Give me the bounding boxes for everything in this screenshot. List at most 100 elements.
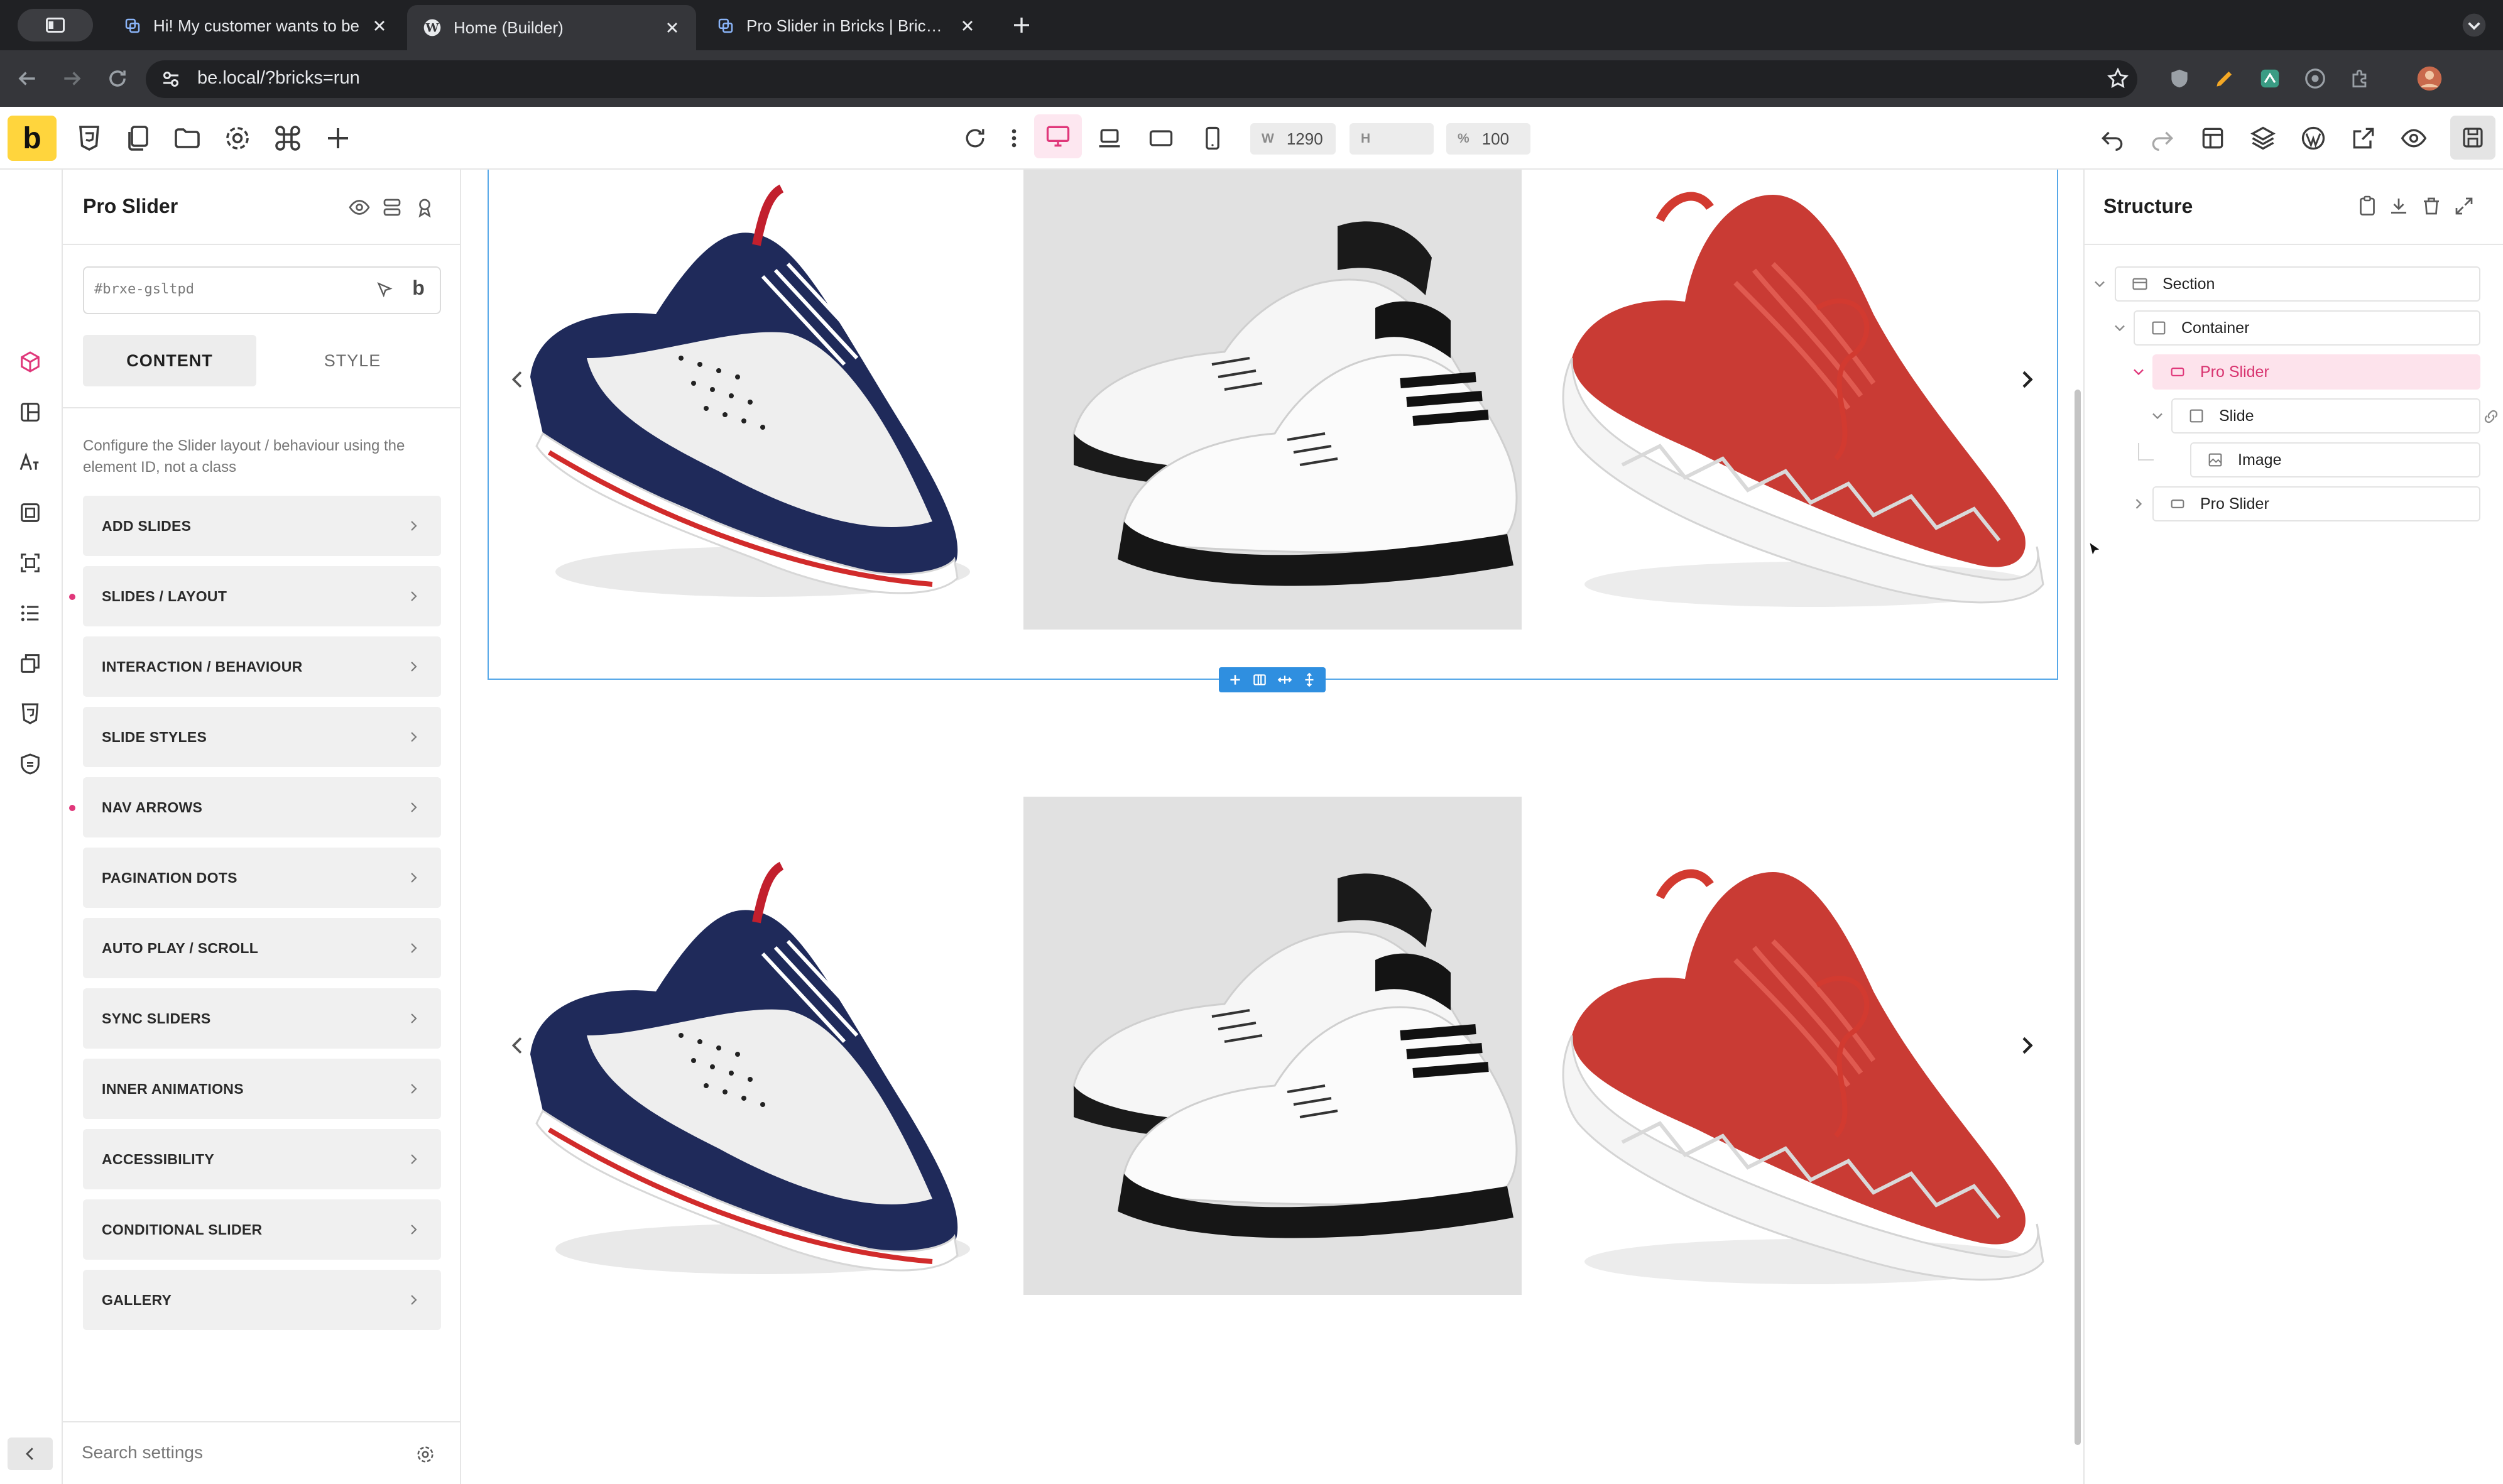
- database-icon[interactable]: [381, 196, 403, 219]
- tab-content[interactable]: CONTENT: [83, 335, 256, 386]
- background-icon[interactable]: [18, 500, 43, 525]
- section-accessibility[interactable]: ACCESSIBILITY: [83, 1129, 441, 1189]
- download-icon[interactable]: [2387, 195, 2410, 217]
- slider-next-arrow-icon[interactable]: [2014, 367, 2039, 392]
- structure-node-image[interactable]: Image: [2190, 442, 2480, 477]
- section-slide-styles[interactable]: SLIDE STYLES: [83, 707, 441, 767]
- undo-icon[interactable]: [2098, 124, 2126, 152]
- slider-prev-arrow-icon[interactable]: [505, 367, 530, 392]
- shield-extension-icon[interactable]: [2168, 67, 2191, 90]
- forward-icon[interactable]: [60, 67, 84, 90]
- section-conditional-slider[interactable]: CONDITIONAL SLIDER: [83, 1199, 441, 1260]
- redo-icon[interactable]: [2149, 124, 2176, 152]
- settings-gear-icon[interactable]: [415, 1444, 436, 1465]
- tab-search-icon[interactable]: [2462, 13, 2487, 38]
- structure-panel-toggle[interactable]: [2450, 116, 2495, 160]
- chevron-right-icon[interactable]: [2130, 495, 2147, 513]
- canvas-width-field[interactable]: W 1290: [1250, 123, 1336, 155]
- structure-node-section[interactable]: Section: [2115, 266, 2480, 302]
- link-icon[interactable]: [2482, 407, 2500, 426]
- slide-image-navy-sneaker[interactable]: [493, 797, 989, 1274]
- section-slides-layout[interactable]: SLIDES / LAYOUT: [83, 566, 441, 626]
- badge-icon[interactable]: [413, 196, 436, 219]
- canvas-scrollbar[interactable]: [2075, 390, 2081, 1445]
- tab-switcher-button[interactable]: [18, 9, 93, 41]
- css-icon[interactable]: [18, 701, 43, 726]
- browser-tab-3[interactable]: Pro Slider in Bricks | BricksEx: [701, 6, 991, 45]
- pages-icon[interactable]: [123, 123, 153, 153]
- selector-cursor-icon[interactable]: [374, 280, 395, 300]
- visibility-eye-icon[interactable]: [348, 196, 371, 219]
- list-settings-icon[interactable]: [18, 601, 43, 626]
- close-icon[interactable]: [371, 17, 388, 35]
- collapse-panel-button[interactable]: [8, 1438, 53, 1470]
- bricks-class-icon[interactable]: b: [407, 276, 430, 302]
- back-icon[interactable]: [15, 67, 39, 90]
- attributes-icon[interactable]: [18, 751, 43, 777]
- more-options-icon[interactable]: [1000, 124, 1028, 152]
- columns-icon[interactable]: [1252, 672, 1268, 688]
- structure-node-pro-slider[interactable]: Pro Slider: [2152, 486, 2480, 521]
- bookmark-star-icon[interactable]: [2106, 67, 2130, 90]
- typography-icon[interactable]: [18, 450, 43, 475]
- templates-icon[interactable]: [2199, 124, 2227, 152]
- slide-image-red-sneaker[interactable]: [1547, 797, 2045, 1295]
- eye-extension-icon[interactable]: [2303, 67, 2327, 90]
- section-inner-animations[interactable]: INNER ANIMATIONS: [83, 1059, 441, 1119]
- laptop-icon[interactable]: [1096, 124, 1123, 152]
- trash-icon[interactable]: [2420, 195, 2443, 217]
- folder-icon[interactable]: [172, 123, 202, 153]
- move-vertical-icon[interactable]: [1301, 672, 1317, 688]
- puzzle-extensions-icon[interactable]: [2348, 67, 2372, 90]
- spacing-icon[interactable]: [18, 550, 43, 576]
- preview-eye-icon[interactable]: [2400, 124, 2428, 152]
- slide-image-navy-sneaker[interactable]: [493, 170, 989, 647]
- section-interaction-behaviour[interactable]: INTERACTION / BEHAVIOUR: [83, 636, 441, 697]
- section-gallery[interactable]: GALLERY: [83, 1270, 441, 1330]
- html5-icon[interactable]: [74, 123, 104, 153]
- chevron-down-icon[interactable]: [2091, 275, 2108, 293]
- tab-style[interactable]: STYLE: [264, 335, 441, 386]
- add-element-icon[interactable]: [323, 123, 353, 153]
- add-icon[interactable]: [1227, 672, 1243, 688]
- chevron-down-icon[interactable]: [2111, 319, 2129, 337]
- slider-next-arrow-icon[interactable]: [2014, 1033, 2039, 1058]
- new-tab-icon[interactable]: [1010, 14, 1033, 36]
- canvas-height-field[interactable]: H: [1350, 123, 1434, 155]
- clipboard-icon[interactable]: [2356, 195, 2379, 217]
- search-settings-input[interactable]: Search settings: [82, 1443, 203, 1463]
- command-icon[interactable]: [273, 123, 303, 153]
- url-field[interactable]: [146, 60, 2137, 98]
- move-horizontal-icon[interactable]: [1277, 672, 1293, 688]
- reload-icon[interactable]: [106, 67, 129, 90]
- gear-icon[interactable]: [222, 123, 253, 153]
- structure-node-slide[interactable]: Slide: [2171, 398, 2480, 434]
- browser-tab-1[interactable]: Hi! My customer wants to be: [108, 6, 403, 45]
- mobile-icon[interactable]: [1199, 124, 1226, 152]
- chevron-down-icon[interactable]: [2130, 363, 2147, 381]
- section-auto-play-scroll[interactable]: AUTO PLAY / SCROLL: [83, 918, 441, 978]
- canvas-zoom-field[interactable]: % 100: [1446, 123, 1530, 155]
- layers-icon[interactable]: [2249, 124, 2277, 152]
- close-icon[interactable]: [959, 17, 976, 35]
- element-cube-icon[interactable]: [18, 349, 43, 374]
- desktop-breakpoint-button[interactable]: [1034, 114, 1082, 158]
- refresh-icon[interactable]: [961, 124, 989, 152]
- pen-extension-icon[interactable]: [2213, 67, 2237, 90]
- section-nav-arrows[interactable]: NAV ARROWS: [83, 777, 441, 837]
- slide-image-white-black-sneakers[interactable]: [1023, 170, 1522, 630]
- expand-icon[interactable]: [2453, 195, 2475, 217]
- site-info-icon[interactable]: [160, 68, 182, 90]
- structure-node-pro-slider-active[interactable]: Pro Slider: [2152, 354, 2480, 390]
- close-icon[interactable]: [663, 19, 681, 36]
- wordpress-dashboard-icon[interactable]: [2299, 124, 2327, 152]
- slide-image-white-black-sneakers[interactable]: [1023, 797, 1522, 1295]
- external-link-icon[interactable]: [2350, 124, 2377, 152]
- section-add-slides[interactable]: ADD SLIDES: [83, 496, 441, 556]
- chevron-down-icon[interactable]: [2149, 407, 2166, 425]
- slider-prev-arrow-icon[interactable]: [505, 1033, 530, 1058]
- slide-image-red-sneaker[interactable]: [1547, 170, 2045, 630]
- transform-icon[interactable]: [18, 651, 43, 676]
- tablet-landscape-icon[interactable]: [1147, 124, 1175, 152]
- bricks-logo[interactable]: b: [8, 116, 57, 161]
